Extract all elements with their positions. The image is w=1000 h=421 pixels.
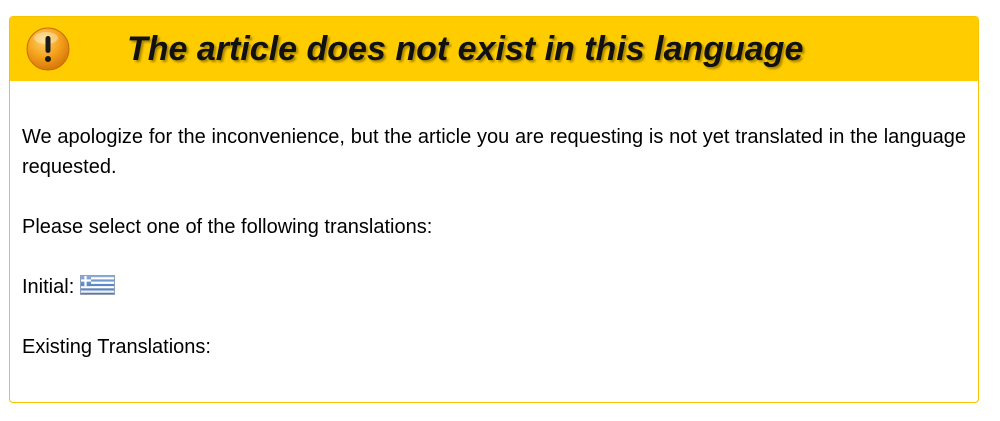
greek-flag-link[interactable]	[80, 275, 116, 295]
greek-flag-icon	[80, 275, 116, 295]
existing-translations-label: Existing Translations:	[22, 336, 211, 358]
notice-body: We apologize for the inconvenience, but …	[10, 81, 978, 362]
warning-icon	[26, 27, 70, 71]
notice-box: The article does not exist in this langu…	[9, 16, 979, 403]
apology-text: We apologize for the inconvenience, but …	[22, 126, 966, 178]
notice-title: The article does not exist in this langu…	[127, 30, 804, 68]
notice-header: The article does not exist in this langu…	[10, 17, 978, 81]
initial-row: Initial:	[22, 272, 966, 302]
select-prompt: Please select one of the following trans…	[22, 216, 433, 238]
initial-label: Initial:	[22, 276, 75, 298]
